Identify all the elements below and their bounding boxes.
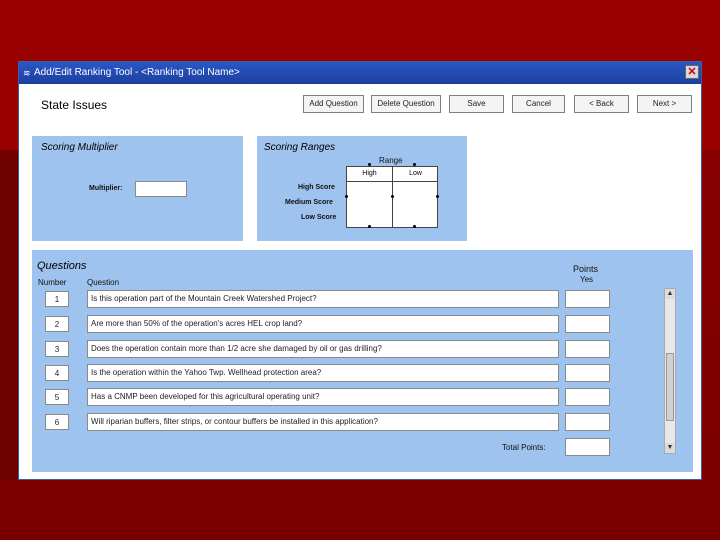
question-column-header: Question bbox=[87, 278, 120, 287]
question-number: 2 bbox=[45, 316, 69, 332]
range-low-header: Low bbox=[393, 167, 438, 182]
range-handle[interactable] bbox=[368, 225, 371, 228]
title-bar[interactable]: ≋ Add/Edit Ranking Tool - <Ranking Tool … bbox=[19, 62, 701, 84]
scoring-ranges-title: Scoring Ranges bbox=[264, 142, 336, 153]
scroll-down-icon[interactable]: ▼ bbox=[665, 443, 675, 453]
question-number: 5 bbox=[45, 389, 69, 405]
question-number: 6 bbox=[45, 414, 69, 430]
total-points-field bbox=[565, 438, 610, 456]
points-field[interactable] bbox=[565, 290, 610, 308]
question-text-field[interactable]: Is this operation part of the Mountain C… bbox=[87, 290, 559, 308]
questions-panel: Questions Number Question Points Yes 1 I… bbox=[32, 250, 693, 472]
total-points-label: Total Points: bbox=[502, 443, 546, 452]
save-button[interactable]: Save bbox=[449, 95, 504, 113]
range-handle[interactable] bbox=[413, 163, 416, 166]
yes-column-header: Yes bbox=[580, 275, 594, 284]
high-score-label: High Score bbox=[298, 184, 335, 191]
scoring-multiplier-title: Scoring Multiplier bbox=[41, 142, 118, 153]
next-button[interactable]: Next > bbox=[637, 95, 692, 113]
ranking-tool-window: ≋ Add/Edit Ranking Tool - <Ranking Tool … bbox=[18, 61, 702, 480]
question-text-field[interactable]: Has a CNMP been developed for this agric… bbox=[87, 388, 559, 406]
medium-score-label: Medium Score bbox=[285, 199, 333, 206]
question-text-field[interactable]: Are more than 50% of the operation's acr… bbox=[87, 315, 559, 333]
range-handle[interactable] bbox=[345, 195, 348, 198]
question-text-field[interactable]: Will riparian buffers, filter strips, or… bbox=[87, 413, 559, 431]
multiplier-input[interactable] bbox=[135, 181, 187, 197]
questions-title: Questions bbox=[37, 260, 87, 272]
question-number: 1 bbox=[45, 291, 69, 307]
question-text-field[interactable]: Does the operation contain more than 1/2… bbox=[87, 340, 559, 358]
question-text-field[interactable]: Is the operation within the Yahoo Twp. W… bbox=[87, 364, 559, 382]
scoring-multiplier-panel: Scoring Multiplier Multiplier: bbox=[32, 136, 243, 241]
background-stripe bbox=[0, 150, 18, 480]
scroll-thumb[interactable] bbox=[666, 353, 674, 421]
points-field[interactable] bbox=[565, 413, 610, 431]
points-field[interactable] bbox=[565, 315, 610, 333]
low-score-label: Low Score bbox=[301, 214, 337, 221]
points-column-header: Points bbox=[573, 264, 599, 274]
points-field[interactable] bbox=[565, 364, 610, 382]
close-button[interactable]: ✕ bbox=[685, 65, 699, 79]
range-handle[interactable] bbox=[436, 195, 439, 198]
range-handle[interactable] bbox=[391, 195, 394, 198]
questions-scrollbar[interactable]: ▲ ▼ bbox=[664, 288, 676, 454]
scroll-up-icon[interactable]: ▲ bbox=[665, 289, 675, 299]
scoring-ranges-panel: Scoring Ranges Range High Score Medium S… bbox=[257, 136, 467, 241]
question-number: 4 bbox=[45, 365, 69, 381]
range-handle[interactable] bbox=[368, 163, 371, 166]
number-column-header: Number bbox=[38, 278, 67, 287]
add-question-button[interactable]: Add Question bbox=[303, 95, 364, 113]
app-icon: ≋ bbox=[23, 68, 31, 78]
multiplier-label: Multiplier: bbox=[89, 185, 123, 192]
cancel-button[interactable]: Cancel bbox=[512, 95, 565, 113]
points-field[interactable] bbox=[565, 340, 610, 358]
window-title: Add/Edit Ranking Tool - <Ranking Tool Na… bbox=[34, 67, 240, 78]
back-button[interactable]: < Back bbox=[574, 95, 629, 113]
range-high-header: High bbox=[347, 167, 392, 182]
page-title: State Issues bbox=[41, 98, 108, 112]
range-handle[interactable] bbox=[413, 225, 416, 228]
delete-question-button[interactable]: Delete Question bbox=[371, 95, 441, 113]
points-field[interactable] bbox=[565, 388, 610, 406]
question-number: 3 bbox=[45, 341, 69, 357]
range-label: Range bbox=[379, 156, 403, 165]
